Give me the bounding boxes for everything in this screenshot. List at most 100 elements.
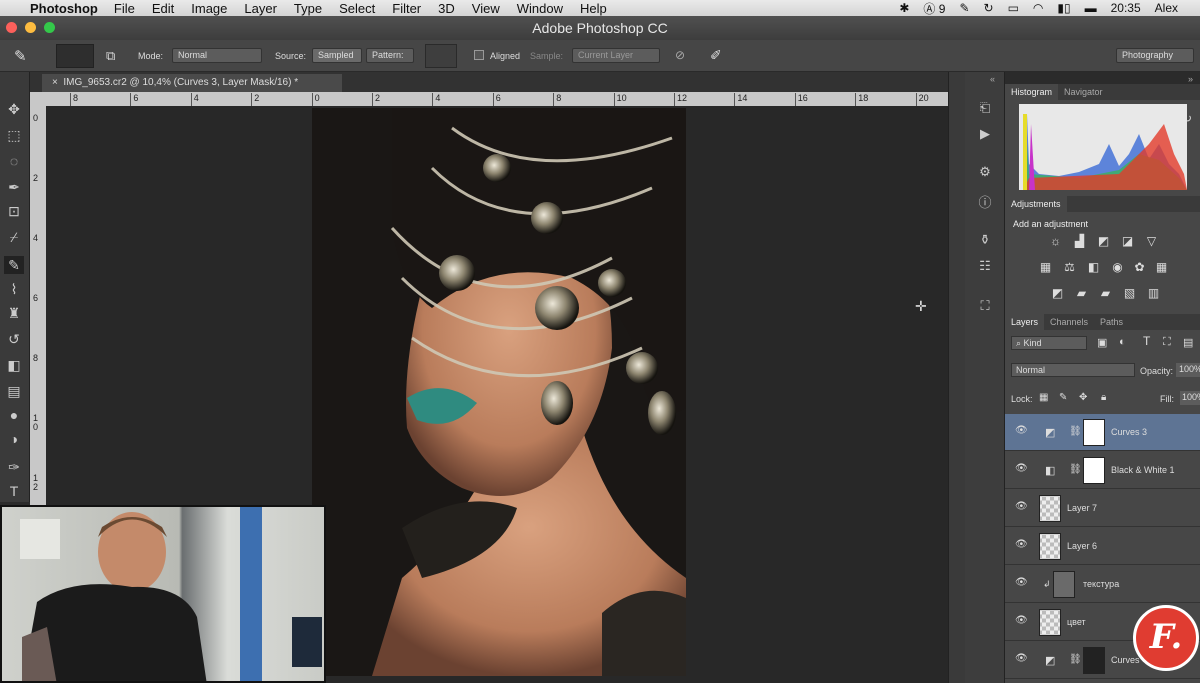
lock-all-icon[interactable]: 🔒︎ (1101, 392, 1106, 403)
adobe-status-icon[interactable]: Ⓐ 9 (923, 0, 945, 17)
layer-name[interactable]: Curves (1111, 655, 1140, 665)
layer-row[interactable]: 👁︎ ◩ ⛓ Curves 3 (1005, 414, 1200, 451)
clone-stamp-tool-icon[interactable]: ♜ (4, 304, 24, 322)
clone-source-icon[interactable]: ⛶ (975, 298, 995, 316)
photo-filter-icon[interactable]: ◉ (1109, 260, 1126, 275)
antivirus-icon[interactable]: ✱ (899, 1, 909, 15)
marquee-tool-icon[interactable]: ⬚ (4, 126, 24, 144)
tab-paths[interactable]: Paths (1094, 314, 1129, 330)
filter-adjustment-icon[interactable]: ◐ (1119, 336, 1126, 348)
layer-mask-thumbnail[interactable] (1083, 419, 1105, 446)
layer-mask-thumbnail[interactable] (1083, 647, 1105, 674)
layer-row[interactable]: 👁︎ Layer 6 (1005, 528, 1200, 565)
visibility-eye-icon[interactable]: 👁︎ (1015, 615, 1028, 626)
clone-source-panel-icon[interactable]: ⧉ (106, 48, 115, 64)
move-tool-icon[interactable]: ✥ (4, 100, 24, 118)
brightness-icon[interactable]: ☼ (1047, 234, 1064, 249)
history-panel-icon[interactable]: ⎗ (975, 100, 995, 118)
menu-3d[interactable]: 3D (438, 1, 455, 16)
layer-thumbnail[interactable] (1053, 571, 1075, 598)
sync-icon[interactable]: ↻ (984, 1, 994, 15)
hue-saturation-icon[interactable]: ▦ (1037, 260, 1054, 275)
color-balance-icon[interactable]: ⚖ (1061, 260, 1078, 275)
pattern-button[interactable]: Pattern: (366, 48, 414, 63)
gradient-tool-icon[interactable]: ▤ (4, 382, 24, 400)
layer-thumbnail[interactable] (1039, 533, 1061, 560)
color-lookup-icon[interactable]: ▦ (1153, 260, 1170, 275)
display-icon[interactable]: ▭ (1008, 1, 1019, 15)
filter-smart-object-icon[interactable]: ▤ (1183, 336, 1193, 349)
history-brush-tool-icon[interactable]: ↺ (4, 330, 24, 348)
opacity-input[interactable]: 100% (1176, 363, 1200, 377)
dodge-tool-icon[interactable]: ◑ (4, 430, 24, 448)
notes-icon[interactable]: ✎ (959, 1, 969, 15)
tab-adjustments[interactable]: Adjustments (1005, 196, 1067, 212)
layer-thumbnail[interactable] (1039, 609, 1061, 636)
flag-icon[interactable]: ▬ (1085, 1, 1097, 15)
horizontal-ruler[interactable]: 8 6 4 2 0 2 4 6 8 10 12 14 16 18 20 (46, 92, 948, 106)
menu-window[interactable]: Window (517, 1, 563, 16)
lock-transparent-icon[interactable]: ▦ (1039, 392, 1048, 403)
wifi-icon[interactable]: ◠ (1033, 1, 1043, 15)
actions-panel-icon[interactable]: ▶ (975, 126, 995, 144)
sample-select[interactable]: Current Layer (572, 48, 660, 63)
brush-presets-icon[interactable]: ☷ (975, 258, 995, 276)
canvas-vertical-scrollbar[interactable] (948, 72, 965, 683)
lasso-tool-icon[interactable]: ◌ (4, 152, 24, 170)
black-white-icon[interactable]: ◧ (1085, 260, 1102, 275)
layer-mask-thumbnail[interactable] (1083, 457, 1105, 484)
posterize-icon[interactable]: ▰ (1073, 286, 1090, 301)
collapse-dock-icon[interactable]: « (990, 74, 995, 84)
layer-name[interactable]: текстура (1083, 579, 1119, 589)
type-tool-icon[interactable]: T (4, 482, 24, 500)
selective-color-icon[interactable]: ▥ (1145, 286, 1162, 301)
healing-brush-tool-icon[interactable]: ✎ (4, 256, 24, 274)
layer-row[interactable]: 👁︎ Layer 7 (1005, 490, 1200, 527)
mask-link-icon[interactable]: ⛓ (1069, 464, 1082, 475)
vibrance-icon[interactable]: ▽ (1143, 234, 1160, 249)
layer-row[interactable]: 👁︎ ↲ текстура (1005, 566, 1200, 603)
visibility-eye-icon[interactable]: 👁︎ (1015, 501, 1028, 512)
pattern-picker[interactable] (425, 44, 457, 68)
menu-type[interactable]: Type (294, 1, 322, 16)
menu-view[interactable]: View (472, 1, 500, 16)
quick-select-tool-icon[interactable]: ✒ (4, 178, 24, 196)
mask-link-icon[interactable]: ⛓ (1069, 426, 1082, 437)
filter-type-icon[interactable]: T (1143, 334, 1150, 348)
menu-select[interactable]: Select (339, 1, 375, 16)
menu-image[interactable]: Image (191, 1, 227, 16)
filter-pixel-icon[interactable]: ▣ (1097, 336, 1107, 349)
clock[interactable]: 20:35 (1111, 1, 1141, 15)
brush-panel-icon[interactable]: ⚱ (975, 232, 995, 250)
menu-edit[interactable]: Edit (152, 1, 174, 16)
layer-name[interactable]: Layer 7 (1067, 503, 1097, 513)
lock-pixels-icon[interactable]: ✎ (1059, 392, 1067, 403)
layer-row[interactable]: 👁︎ ◧ ⛓ Black & White 1 (1005, 452, 1200, 489)
document-image[interactable] (312, 108, 686, 676)
properties-panel-icon[interactable]: ⚙ (975, 164, 995, 182)
visibility-eye-icon[interactable]: 👁︎ (1015, 539, 1028, 550)
layer-name[interactable]: цвет (1067, 617, 1086, 627)
visibility-eye-icon[interactable]: 👁︎ (1015, 577, 1028, 588)
sampled-button[interactable]: Sampled (312, 48, 362, 63)
pen-tool-icon[interactable]: ✑ (4, 458, 24, 476)
blend-mode-select[interactable]: Normal (1011, 363, 1135, 377)
layer-name[interactable]: Curves 3 (1111, 427, 1147, 437)
menu-file[interactable]: File (114, 1, 135, 16)
invert-icon[interactable]: ◩ (1049, 286, 1066, 301)
tab-layers[interactable]: Layers (1005, 314, 1045, 330)
app-menu[interactable]: Photoshop (30, 1, 98, 16)
visibility-eye-icon[interactable]: 👁︎ (1015, 463, 1028, 474)
brush-tool-icon[interactable]: ⌇ (4, 280, 24, 298)
healing-brush-preset-icon[interactable]: ✎ (14, 47, 27, 65)
document-tab[interactable]: × IMG_9653.cr2 @ 10,4% (Curves 3, Layer … (42, 74, 342, 92)
brush-picker[interactable] (56, 44, 94, 68)
crop-tool-icon[interactable]: ⊡ (4, 202, 24, 220)
exposure-icon[interactable]: ◪ (1119, 234, 1136, 249)
channel-mixer-icon[interactable]: ✿ (1131, 260, 1148, 275)
menu-help[interactable]: Help (580, 1, 607, 16)
zoom-window-button[interactable] (44, 22, 55, 33)
vertical-ruler[interactable]: 0 2 4 6 8 1 0 1 2 (30, 106, 46, 506)
collapse-panels-icon[interactable]: » (1188, 74, 1193, 84)
menu-filter[interactable]: Filter (392, 1, 421, 16)
